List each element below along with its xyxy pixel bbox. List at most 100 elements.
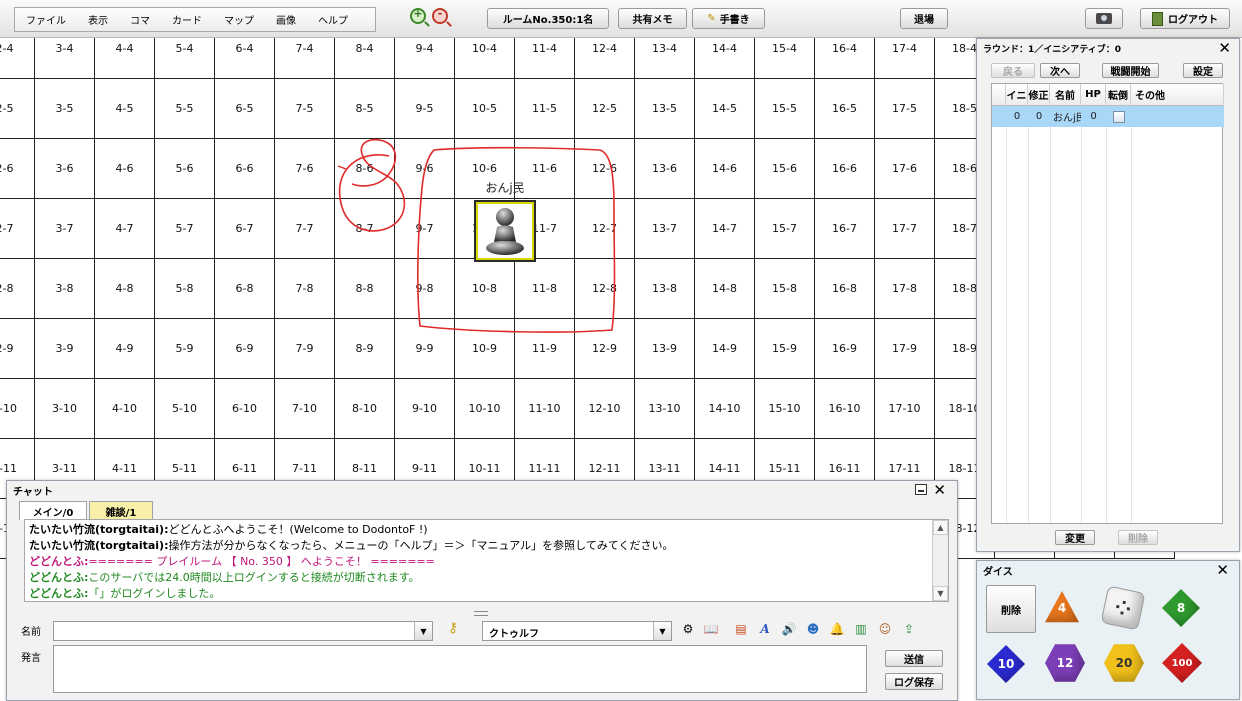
column-header-name[interactable]: 名前 [1050,84,1081,106]
menu-piece[interactable]: コマ [119,12,161,27]
map-cell[interactable]: 15-6 [755,139,815,199]
map-cell[interactable]: 17-6 [875,139,935,199]
map-cell[interactable]: 5-6 [155,139,215,199]
character-icon[interactable]: ☺ [876,620,894,638]
other-cell[interactable] [1131,106,1224,127]
map-cell[interactable]: 3-9 [35,319,95,379]
map-cell[interactable]: 14-8 [695,259,755,319]
scroll-up-icon[interactable]: ▲ [933,520,948,535]
map-cell[interactable]: 3-7 [35,199,95,259]
map-cell[interactable]: 6-8 [215,259,275,319]
map-cell[interactable]: 16-10 [815,379,875,439]
tab-chitchat[interactable]: 雑談/1 [89,501,153,520]
map-cell[interactable]: 3-6 [35,139,95,199]
delete-button[interactable]: 削除 [1118,530,1158,545]
map-cell[interactable]: 16-8 [815,259,875,319]
map-cell[interactable]: 9-8 [395,259,455,319]
map-cell[interactable]: 12-10 [575,379,635,439]
back-button[interactable]: 戻る [991,63,1035,78]
map-cell[interactable]: 15-4 [755,38,815,79]
map-cell[interactable]: 17-7 [875,199,935,259]
map-cell[interactable]: 2-4 [0,38,35,79]
map-cell[interactable]: 16-5 [815,79,875,139]
map-cell[interactable]: 12-5 [575,79,635,139]
map-cell[interactable]: 8-8 [335,259,395,319]
room-info-button[interactable]: ルームNo.350:1名 [487,8,609,29]
map-cell[interactable]: 7-7 [275,199,335,259]
map-cell[interactable]: 11-4 [515,38,575,79]
map-cell[interactable]: 7-10 [275,379,335,439]
zoom-out-icon[interactable]: - [432,7,448,24]
initiative-cell[interactable]: 0 [1006,106,1028,127]
column-header-mod[interactable]: 修正 [1028,84,1050,106]
map-cell[interactable]: 17-9 [875,319,935,379]
map-cell[interactable]: 9-7 [395,199,455,259]
start-battle-button[interactable]: 戦闘開始 [1102,63,1159,78]
scroll-down-icon[interactable]: ▼ [933,586,948,601]
map-cell[interactable]: 12-8 [575,259,635,319]
map-cell[interactable]: 8-5 [335,79,395,139]
map-cell[interactable]: 13-6 [635,139,695,199]
map-cell[interactable]: 15-7 [755,199,815,259]
map-cell[interactable]: 13-8 [635,259,695,319]
map-cell[interactable]: 9-6 [395,139,455,199]
book-icon[interactable]: 📖 [702,620,720,638]
map-cell[interactable]: 13-7 [635,199,695,259]
dice-system-select[interactable]: クトゥルフ ▼ [482,621,672,641]
font-icon[interactable]: A [756,620,774,638]
map-cell[interactable]: 7-5 [275,79,335,139]
d20-die-icon[interactable]: 20 [1104,644,1144,682]
map-cell[interactable]: 7-6 [275,139,335,199]
handwriting-button[interactable]: ✎ 手書き [692,8,765,29]
fallen-checkbox[interactable] [1112,110,1125,123]
d8-die-icon[interactable]: 8 [1162,589,1200,627]
map-cell[interactable]: 17-10 [875,379,935,439]
film-icon[interactable]: ▥ [852,620,870,638]
chat-log[interactable]: たいたい竹流(torgtaitai):どどんとふへようこそ！(Welcome t… [24,519,949,602]
map-cell[interactable]: 14-9 [695,319,755,379]
map-cell[interactable]: 4-7 [95,199,155,259]
zoom-in-icon[interactable]: + [410,7,426,24]
map-cell[interactable]: 3-10 [35,379,95,439]
modifier-cell[interactable]: 0 [1028,106,1050,127]
map-cell[interactable]: 10-5 [455,79,515,139]
map-cell[interactable]: 15-10 [755,379,815,439]
d6-die-icon[interactable]: ⁘ [1100,585,1146,631]
map-cell[interactable]: 5-10 [155,379,215,439]
map-cell[interactable]: 17-4 [875,38,935,79]
map-cell[interactable]: 17-8 [875,259,935,319]
menu-file[interactable]: ファイル [15,12,77,27]
map-cell[interactable]: 9-4 [395,38,455,79]
map-cell[interactable]: 2-8 [0,259,35,319]
close-icon[interactable]: ✕ [933,483,946,498]
speech-input[interactable] [53,645,867,693]
map-cell[interactable]: 6-9 [215,319,275,379]
map-cell[interactable]: 4-4 [95,38,155,79]
settings-button[interactable]: 設定 [1183,63,1223,78]
map-cell[interactable]: 14-10 [695,379,755,439]
map-cell[interactable]: 4-6 [95,139,155,199]
map-cell[interactable]: 9-5 [395,79,455,139]
map-cell[interactable]: 10-4 [455,38,515,79]
map-cell[interactable]: 14-7 [695,199,755,259]
map-cell[interactable]: 6-5 [215,79,275,139]
map-cell[interactable]: 4-8 [95,259,155,319]
row-marker[interactable] [992,106,1006,127]
map-cell[interactable]: 7-8 [275,259,335,319]
map-cell[interactable]: 13-4 [635,38,695,79]
minimize-icon[interactable] [915,484,927,495]
users-icon[interactable]: ☻ [804,620,822,638]
map-cell[interactable]: 2-7 [0,199,35,259]
map-cell[interactable]: 9-9 [395,319,455,379]
d4-die-icon[interactable]: 4 [1045,591,1079,623]
save-log-button[interactable]: ログ保存 [885,673,943,690]
column-header-hp[interactable]: HP [1081,84,1106,106]
map-cell[interactable]: 7-4 [275,38,335,79]
map-cell[interactable]: 17-5 [875,79,935,139]
map-cell[interactable]: 15-9 [755,319,815,379]
map-cell[interactable]: 4-10 [95,379,155,439]
close-icon[interactable]: ✕ [1218,41,1231,56]
map-cell[interactable]: 14-6 [695,139,755,199]
character-piece[interactable] [474,200,536,262]
map-cell[interactable]: 3-8 [35,259,95,319]
